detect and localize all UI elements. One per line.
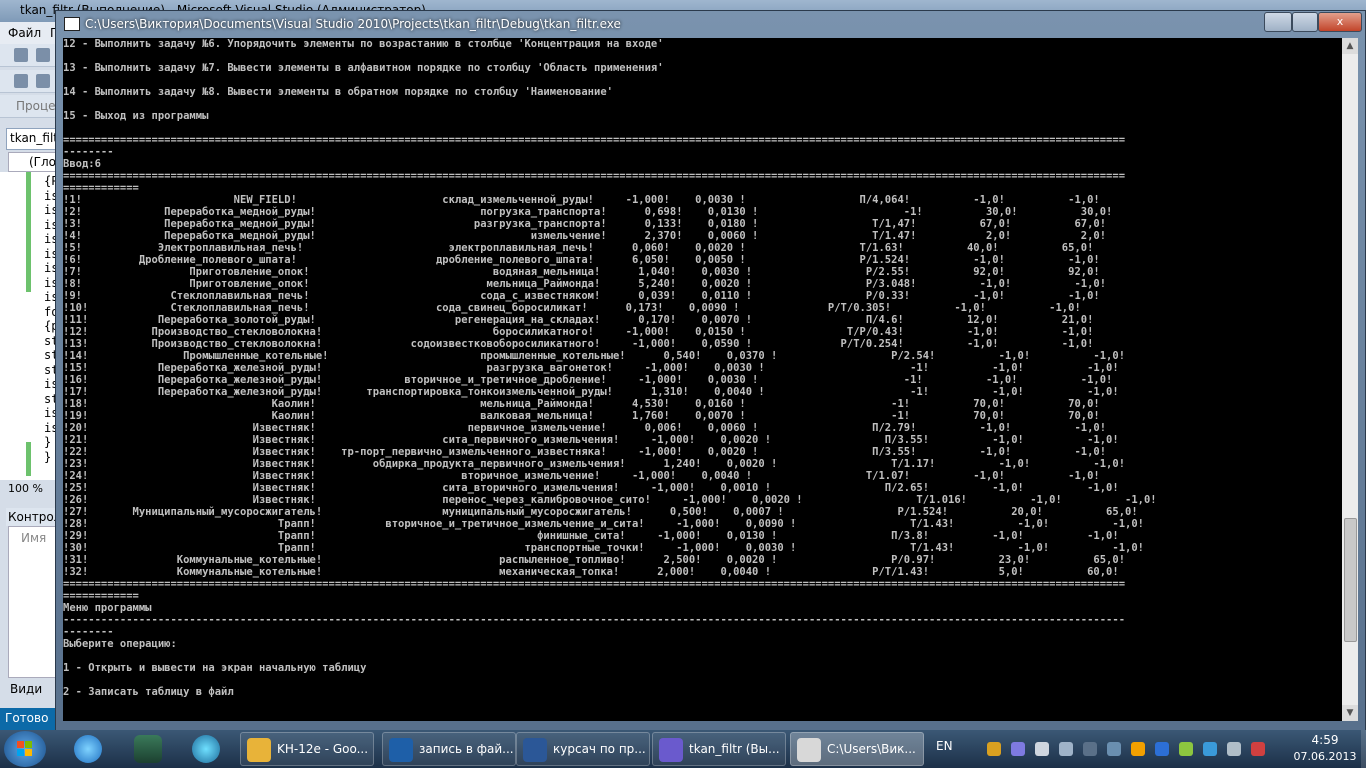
new-project-icon[interactable]: [14, 48, 28, 62]
minimize-button[interactable]: [1264, 12, 1292, 32]
panel-header: Контрол: [6, 508, 62, 526]
taskbar-item[interactable]: C:\Users\Вик...: [790, 732, 924, 766]
tray-monitor-icon[interactable]: [1083, 742, 1097, 756]
tray-security-icon[interactable]: [1179, 742, 1193, 756]
panel-title[interactable]: Контрол: [8, 510, 61, 524]
vs-process-toolbar: Процесс: [0, 95, 69, 118]
media-player-icon: [192, 735, 220, 763]
close-icon: x: [1336, 15, 1344, 28]
taskbar-item-label: tkan_filtr (Вы...: [689, 742, 780, 756]
status-text: Готово: [5, 711, 49, 725]
panel-column-name: Имя: [21, 531, 47, 545]
app-icon: [659, 738, 683, 762]
maximize-button[interactable]: [1292, 12, 1318, 32]
start-button[interactable]: [4, 731, 46, 767]
windows-logo-icon: [17, 741, 33, 757]
taskbar: KH-12e - Goo... запись в фай... курсач по …: [0, 730, 1366, 768]
internet-explorer-icon: [74, 735, 102, 763]
tray-app-icon[interactable]: [987, 742, 1001, 756]
taskbar-item[interactable]: запись в фай...: [382, 732, 516, 766]
app-icon: [247, 738, 271, 762]
tray-vlc-icon[interactable]: [1131, 742, 1145, 756]
volume-icon[interactable]: [1035, 742, 1049, 756]
vs-toolbar-1: [0, 44, 62, 67]
network-icon[interactable]: [1059, 742, 1073, 756]
tray-mail-icon[interactable]: [1227, 742, 1241, 756]
change-marker: [26, 442, 31, 476]
taskbar-item-label: C:\Users\Вик...: [827, 742, 916, 756]
bluetooth-icon[interactable]: [1155, 742, 1169, 756]
app-icon: [797, 738, 821, 762]
display-icon[interactable]: [1107, 742, 1121, 756]
taskbar-item[interactable]: курсач по пр...: [516, 732, 650, 766]
copy-icon[interactable]: [14, 74, 28, 88]
console-title-text: C:\Users\Виктория\Documents\Visual Studi…: [85, 17, 621, 31]
tray-alert-icon[interactable]: [1251, 742, 1265, 756]
pinned-media-center[interactable]: [122, 733, 174, 765]
clock-time[interactable]: 4:59: [1290, 733, 1360, 747]
taskbar-item[interactable]: tkan_filtr (Вы...: [652, 732, 786, 766]
console-window: C:\Users\Виктория\Documents\Visual Studi…: [55, 10, 1366, 732]
tray-vs-icon[interactable]: [1011, 742, 1025, 756]
code-line: }: [44, 435, 52, 449]
vs-menu-bar: Файл П: [0, 22, 62, 44]
pinned-media-player[interactable]: [180, 733, 232, 765]
taskbar-item-label: KH-12e - Goo...: [277, 742, 369, 756]
show-desktop-button[interactable]: [1361, 730, 1366, 768]
console-scrollbar[interactable]: ▲ ▼: [1342, 38, 1358, 721]
change-marker: [26, 172, 31, 292]
menu-file[interactable]: Файл: [8, 26, 41, 40]
console-title-bar[interactable]: C:\Users\Виктория\Documents\Visual Studi…: [56, 11, 1365, 38]
app-icon: [389, 738, 413, 762]
scroll-up-icon[interactable]: ▲: [1342, 38, 1358, 54]
tray-sync-icon[interactable]: [1203, 742, 1217, 756]
scroll-thumb[interactable]: [1344, 518, 1357, 642]
console-output[interactable]: 12 - Выполнить задачу №6. Упорядочить эл…: [63, 38, 1342, 721]
app-icon: [523, 738, 547, 762]
console-app-icon[interactable]: [64, 17, 80, 31]
vs-toolbar-2: [0, 70, 62, 93]
zoom-level[interactable]: 100 %: [8, 482, 43, 495]
taskbar-item-label: курсач по пр...: [553, 742, 646, 756]
clock-date[interactable]: 07.06.2013: [1290, 750, 1360, 763]
pinned-internet-explorer[interactable]: [62, 733, 114, 765]
language-indicator[interactable]: EN: [936, 739, 953, 753]
taskbar-item[interactable]: KH-12e - Goo...: [240, 732, 374, 766]
scroll-down-icon[interactable]: ▼: [1342, 705, 1358, 721]
add-item-icon[interactable]: [36, 48, 50, 62]
close-button[interactable]: x: [1318, 12, 1362, 32]
paste-icon[interactable]: [36, 74, 50, 88]
console-text: 12 - Выполнить задачу №6. Упорядочить эл…: [63, 38, 1157, 698]
vs-status-bar: Готово: [0, 708, 62, 730]
view-label[interactable]: Види: [10, 682, 42, 696]
code-editor[interactable]: {P is is is is is is is is fo {p st st st is st is is}}: [0, 172, 62, 480]
media-center-icon: [134, 735, 162, 763]
taskbar-item-label: запись в фай...: [419, 742, 514, 756]
code-line: }: [44, 449, 52, 464]
